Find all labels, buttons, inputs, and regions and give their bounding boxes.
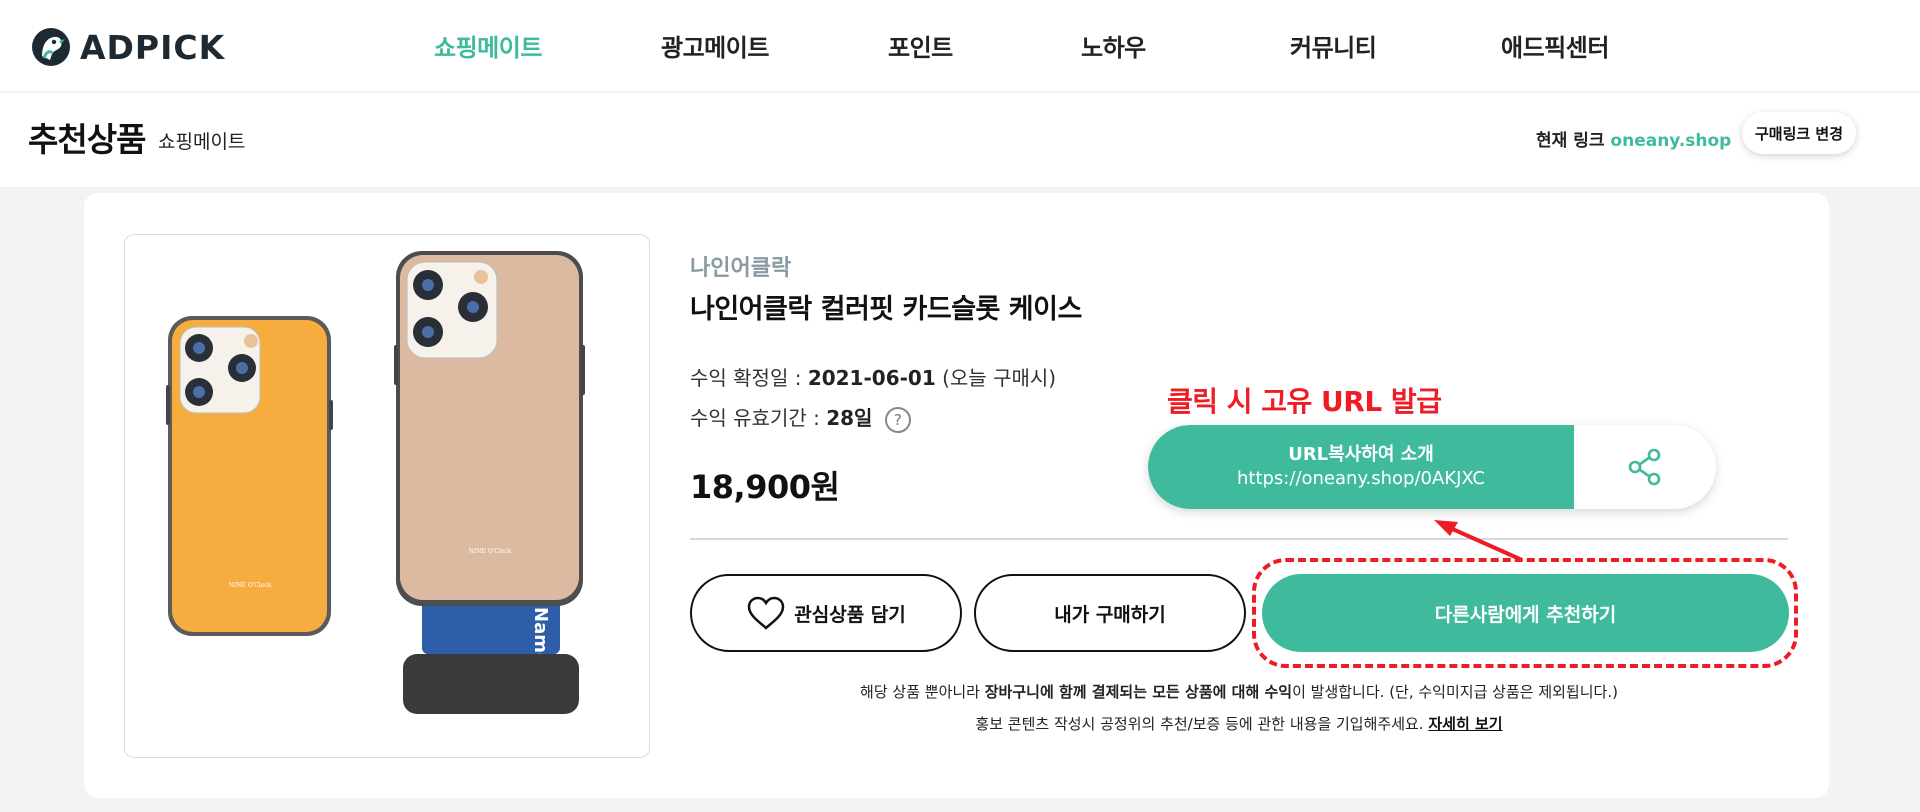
heart-icon xyxy=(746,596,786,630)
product-image: NINE O'Clock Name NINE O'Clock xyxy=(124,234,650,758)
camera-lens-inner xyxy=(467,301,479,313)
current-link-label: 현재 링크 xyxy=(1536,131,1605,151)
see-more-link[interactable]: 자세히 보기 xyxy=(1428,715,1502,733)
nav-community[interactable]: 커뮤니티 xyxy=(1290,28,1377,63)
camera-flash xyxy=(244,334,258,348)
product-brand[interactable]: 나인어클락 xyxy=(690,250,791,282)
camera-lens-inner xyxy=(236,362,248,374)
annotation-text: 클릭 시 고유 URL 발급 xyxy=(1167,385,1442,418)
add-wishlist-button[interactable]: 관심상품 담기 xyxy=(690,574,962,652)
camera-lens-inner xyxy=(193,342,205,354)
profit-valid-period: 수익 유효기간 : 28일 ? xyxy=(690,402,911,433)
profit-note-post: 이 발생합니다. (단, 수익미지급 상품은 제외됩니다.) xyxy=(1292,683,1618,701)
disclosure-note-text: 홍보 콘텐츠 작성시 공정위의 추천/보증 등에 관한 내용을 기입해주세요. xyxy=(975,715,1424,733)
card-slot-bottom xyxy=(403,654,579,714)
share-button[interactable] xyxy=(1574,425,1716,509)
profit-confirm-date: 수익 확정일 : 2021-06-01 (오늘 구매시) xyxy=(690,362,1056,391)
change-purchase-link-button[interactable]: 구매링크 변경 xyxy=(1742,112,1856,154)
nav-ad-mate[interactable]: 광고메이트 xyxy=(661,28,769,63)
product-price: 18,900원 xyxy=(690,468,840,506)
add-wishlist-label: 관심상품 담기 xyxy=(794,603,906,626)
share-icon xyxy=(1628,448,1661,486)
logo-text: ADPICK xyxy=(80,27,226,67)
nav-adpick-center[interactable]: 애드픽센터 xyxy=(1501,28,1609,63)
adpick-logo-icon xyxy=(32,28,70,66)
left-case-side-button xyxy=(166,385,170,425)
profit-valid-period-value: 28일 xyxy=(826,406,873,430)
product-name: 나인어클락 컬러핏 카드슬롯 케이스 xyxy=(690,294,1082,325)
current-link-domain: oneany.shop xyxy=(1610,131,1732,151)
camera-lens-inner xyxy=(422,279,434,291)
adpick-logo[interactable]: ADPICK xyxy=(30,26,225,68)
right-case-side-button xyxy=(581,345,585,395)
page-subtitle: 쇼핑메이트 xyxy=(158,131,246,153)
unique-url: https://oneany.shop/0AKJXC xyxy=(1236,468,1486,489)
current-link: 현재 링크 oneany.shop xyxy=(1536,126,1731,151)
url-share-box: URL복사하여 소개 https://oneany.shop/0AKJXC xyxy=(1148,425,1716,509)
right-case-side-button xyxy=(394,345,398,385)
phone-case-illustration: NINE O'Clock Name NINE O'Clock xyxy=(166,251,585,714)
profit-confirm-date-value: 2021-06-01 xyxy=(807,366,936,390)
profit-confirm-date-label: 수익 확정일 : xyxy=(690,366,802,390)
nav-shopping-mate[interactable]: 쇼핑메이트 xyxy=(434,28,542,63)
top-header: ADPICK 쇼핑메이트 광고메이트 포인트 노하우 커뮤니티 애드픽센터 xyxy=(0,0,1920,92)
profit-note-pre: 해당 상품 뿐아니라 xyxy=(860,683,985,701)
annotation-highlight-box xyxy=(1252,558,1798,668)
camera-lens-inner xyxy=(193,386,205,398)
disclosure-note: 홍보 콘텐츠 작성시 공정위의 추천/보증 등에 관한 내용을 기입해주세요. … xyxy=(690,713,1788,734)
nav-points[interactable]: 포인트 xyxy=(888,28,953,63)
profit-note-bold: 장바구니에 함께 결제되는 모든 상품에 대해 수익 xyxy=(984,683,1293,701)
left-case-side-button xyxy=(329,400,333,430)
camera-flash xyxy=(474,270,488,284)
divider xyxy=(690,538,1788,540)
right-case-logo: NINE O'Clock xyxy=(469,548,512,555)
profit-valid-period-label: 수익 유효기간 : xyxy=(690,406,820,430)
page-title: 추천상품 xyxy=(28,120,146,159)
profit-note: 해당 상품 뿐아니라 장바구니에 함께 결제되는 모든 상품에 대해 수익이 발… xyxy=(690,681,1788,702)
help-icon[interactable]: ? xyxy=(884,406,911,433)
buy-myself-button[interactable]: 내가 구매하기 xyxy=(974,574,1246,652)
profit-confirm-date-note: (오늘 구매시) xyxy=(942,366,1057,390)
camera-lens-inner xyxy=(422,326,434,338)
sub-header: 추천상품 쇼핑메이트 현재 링크 oneany.shop 구매링크 변경 xyxy=(0,93,1920,187)
copy-url-button[interactable]: URL복사하여 소개 https://oneany.shop/0AKJXC xyxy=(1148,425,1574,509)
left-case-logo: NINE O'Clock xyxy=(229,582,272,589)
nav-knowhow[interactable]: 노하우 xyxy=(1081,28,1146,63)
copy-url-label: URL복사하여 소개 xyxy=(1288,444,1434,465)
